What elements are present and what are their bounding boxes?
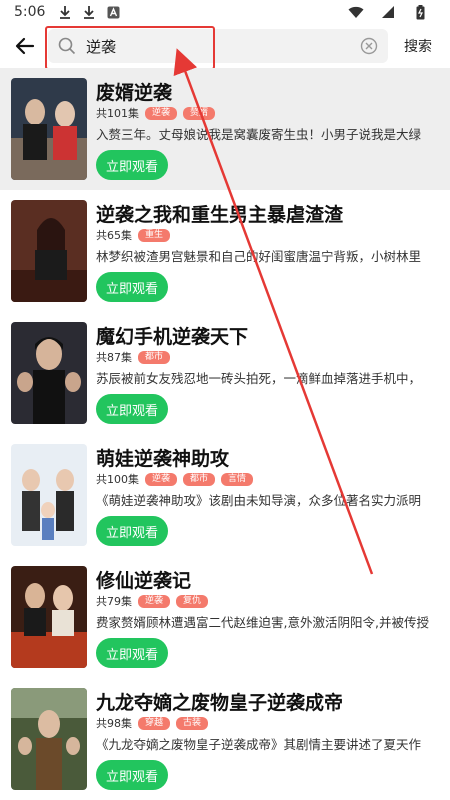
episode-count: 共101集 <box>96 107 139 120</box>
item-title[interactable]: 逆袭之我和重生男主暴虐渣渣 <box>96 200 343 227</box>
cover-image[interactable] <box>11 688 87 790</box>
search-button[interactable]: 搜索 <box>404 36 432 56</box>
watch-now-button[interactable]: 立即观看 <box>96 150 168 180</box>
watch-now-button[interactable]: 立即观看 <box>96 272 168 302</box>
genre-tag: 逆袭 <box>138 594 171 608</box>
genre-tag: 都市 <box>138 350 171 364</box>
search-input[interactable] <box>84 36 338 56</box>
genre-tag: 言情 <box>221 472 254 486</box>
cover-image[interactable] <box>11 200 87 302</box>
list-item[interactable]: 九龙夺嫡之废物皇子逆袭成帝 共98集 穿越 古装 《九龙夺嫡之废物皇子逆袭成帝》… <box>0 678 450 800</box>
item-title[interactable]: 废婿逆袭 <box>96 78 172 105</box>
genre-tag: 复仇 <box>176 594 209 608</box>
item-meta: 共101集 逆袭 赘婿 <box>96 105 216 121</box>
app-notification-icon <box>105 4 121 20</box>
status-bar: 5:06 <box>0 0 450 24</box>
list-item[interactable]: 废婿逆袭 共101集 逆袭 赘婿 入赘三年。丈母娘说我是窝囊废寄生虫！小男子说我… <box>0 68 450 190</box>
cover-image[interactable] <box>11 78 87 180</box>
item-description: 林梦织被渣男宫魅景和自己的好闺蜜唐温宁背叛，小树林里 <box>96 249 422 264</box>
genre-tag: 逆袭 <box>145 106 178 120</box>
episode-count: 共100集 <box>96 473 139 486</box>
episode-count: 共65集 <box>96 229 132 242</box>
cover-image[interactable] <box>11 322 87 424</box>
genre-tag: 都市 <box>183 472 216 486</box>
item-title[interactable]: 萌娃逆袭神助攻 <box>96 444 229 471</box>
download-icon <box>81 4 97 20</box>
status-time: 5:06 <box>14 4 46 20</box>
episode-count: 共87集 <box>96 351 132 364</box>
genre-tag: 古装 <box>176 716 209 730</box>
genre-tag: 穿越 <box>138 716 171 730</box>
item-title[interactable]: 九龙夺嫡之废物皇子逆袭成帝 <box>96 688 343 715</box>
search-bar: 搜索 <box>0 24 450 68</box>
results-list: 废婿逆袭 共101集 逆袭 赘婿 入赘三年。丈母娘说我是窝囊废寄生虫！小男子说我… <box>0 68 450 800</box>
cover-image[interactable] <box>11 444 87 546</box>
episode-count: 共79集 <box>96 595 132 608</box>
item-meta: 共87集 都市 <box>96 349 171 365</box>
item-meta: 共65集 重生 <box>96 227 171 243</box>
clear-icon[interactable] <box>360 37 378 55</box>
genre-tag: 重生 <box>138 228 171 242</box>
wifi-icon <box>348 4 364 20</box>
genre-tag: 逆袭 <box>145 472 178 486</box>
watch-now-button[interactable]: 立即观看 <box>96 760 168 790</box>
watch-now-button[interactable]: 立即观看 <box>96 516 168 546</box>
list-item[interactable]: 萌娃逆袭神助攻 共100集 逆袭 都市 言情 《萌娃逆袭神助攻》该剧由未知导演，… <box>0 434 450 556</box>
back-button[interactable] <box>12 33 38 59</box>
list-item[interactable]: 逆袭之我和重生男主暴虐渣渣 共65集 重生 林梦织被渣男宫魅景和自己的好闺蜜唐温… <box>0 190 450 312</box>
back-arrow-icon <box>15 37 35 55</box>
watch-now-button[interactable]: 立即观看 <box>96 638 168 668</box>
item-meta: 共98集 穿越 古装 <box>96 715 209 731</box>
item-description: 苏辰被前女友残忍地一砖头拍死，一滴鲜血掉落进手机中， <box>96 371 422 386</box>
item-description: 入赘三年。丈母娘说我是窝囊废寄生虫！小男子说我是大绿 <box>96 127 422 142</box>
watch-now-button[interactable]: 立即观看 <box>96 394 168 424</box>
list-item[interactable]: 魔幻手机逆袭天下 共87集 都市 苏辰被前女友残忍地一砖头拍死，一滴鲜血掉落进手… <box>0 312 450 434</box>
item-title[interactable]: 魔幻手机逆袭天下 <box>96 322 248 349</box>
item-title[interactable]: 修仙逆袭记 <box>96 566 191 593</box>
search-box[interactable] <box>48 29 388 63</box>
signal-icon <box>380 4 396 20</box>
genre-tag: 赘婿 <box>183 106 216 120</box>
search-icon <box>58 37 76 55</box>
item-description: 《萌娃逆袭神助攻》该剧由未知导演，众多位著名实力派明 <box>96 493 422 508</box>
item-meta: 共79集 逆袭 复仇 <box>96 593 209 609</box>
episode-count: 共98集 <box>96 717 132 730</box>
download-icon <box>57 4 73 20</box>
item-description: 费家赘婿顾林遭遇富二代赵维迫害,意外激活阴阳令,并被传授 <box>96 615 429 630</box>
battery-icon <box>412 4 428 20</box>
list-item[interactable]: 修仙逆袭记 共79集 逆袭 复仇 费家赘婿顾林遭遇富二代赵维迫害,意外激活阴阳令… <box>0 556 450 678</box>
item-meta: 共100集 逆袭 都市 言情 <box>96 471 254 487</box>
cover-image[interactable] <box>11 566 87 668</box>
item-description: 《九龙夺嫡之废物皇子逆袭成帝》其剧情主要讲述了夏天作 <box>96 737 422 752</box>
